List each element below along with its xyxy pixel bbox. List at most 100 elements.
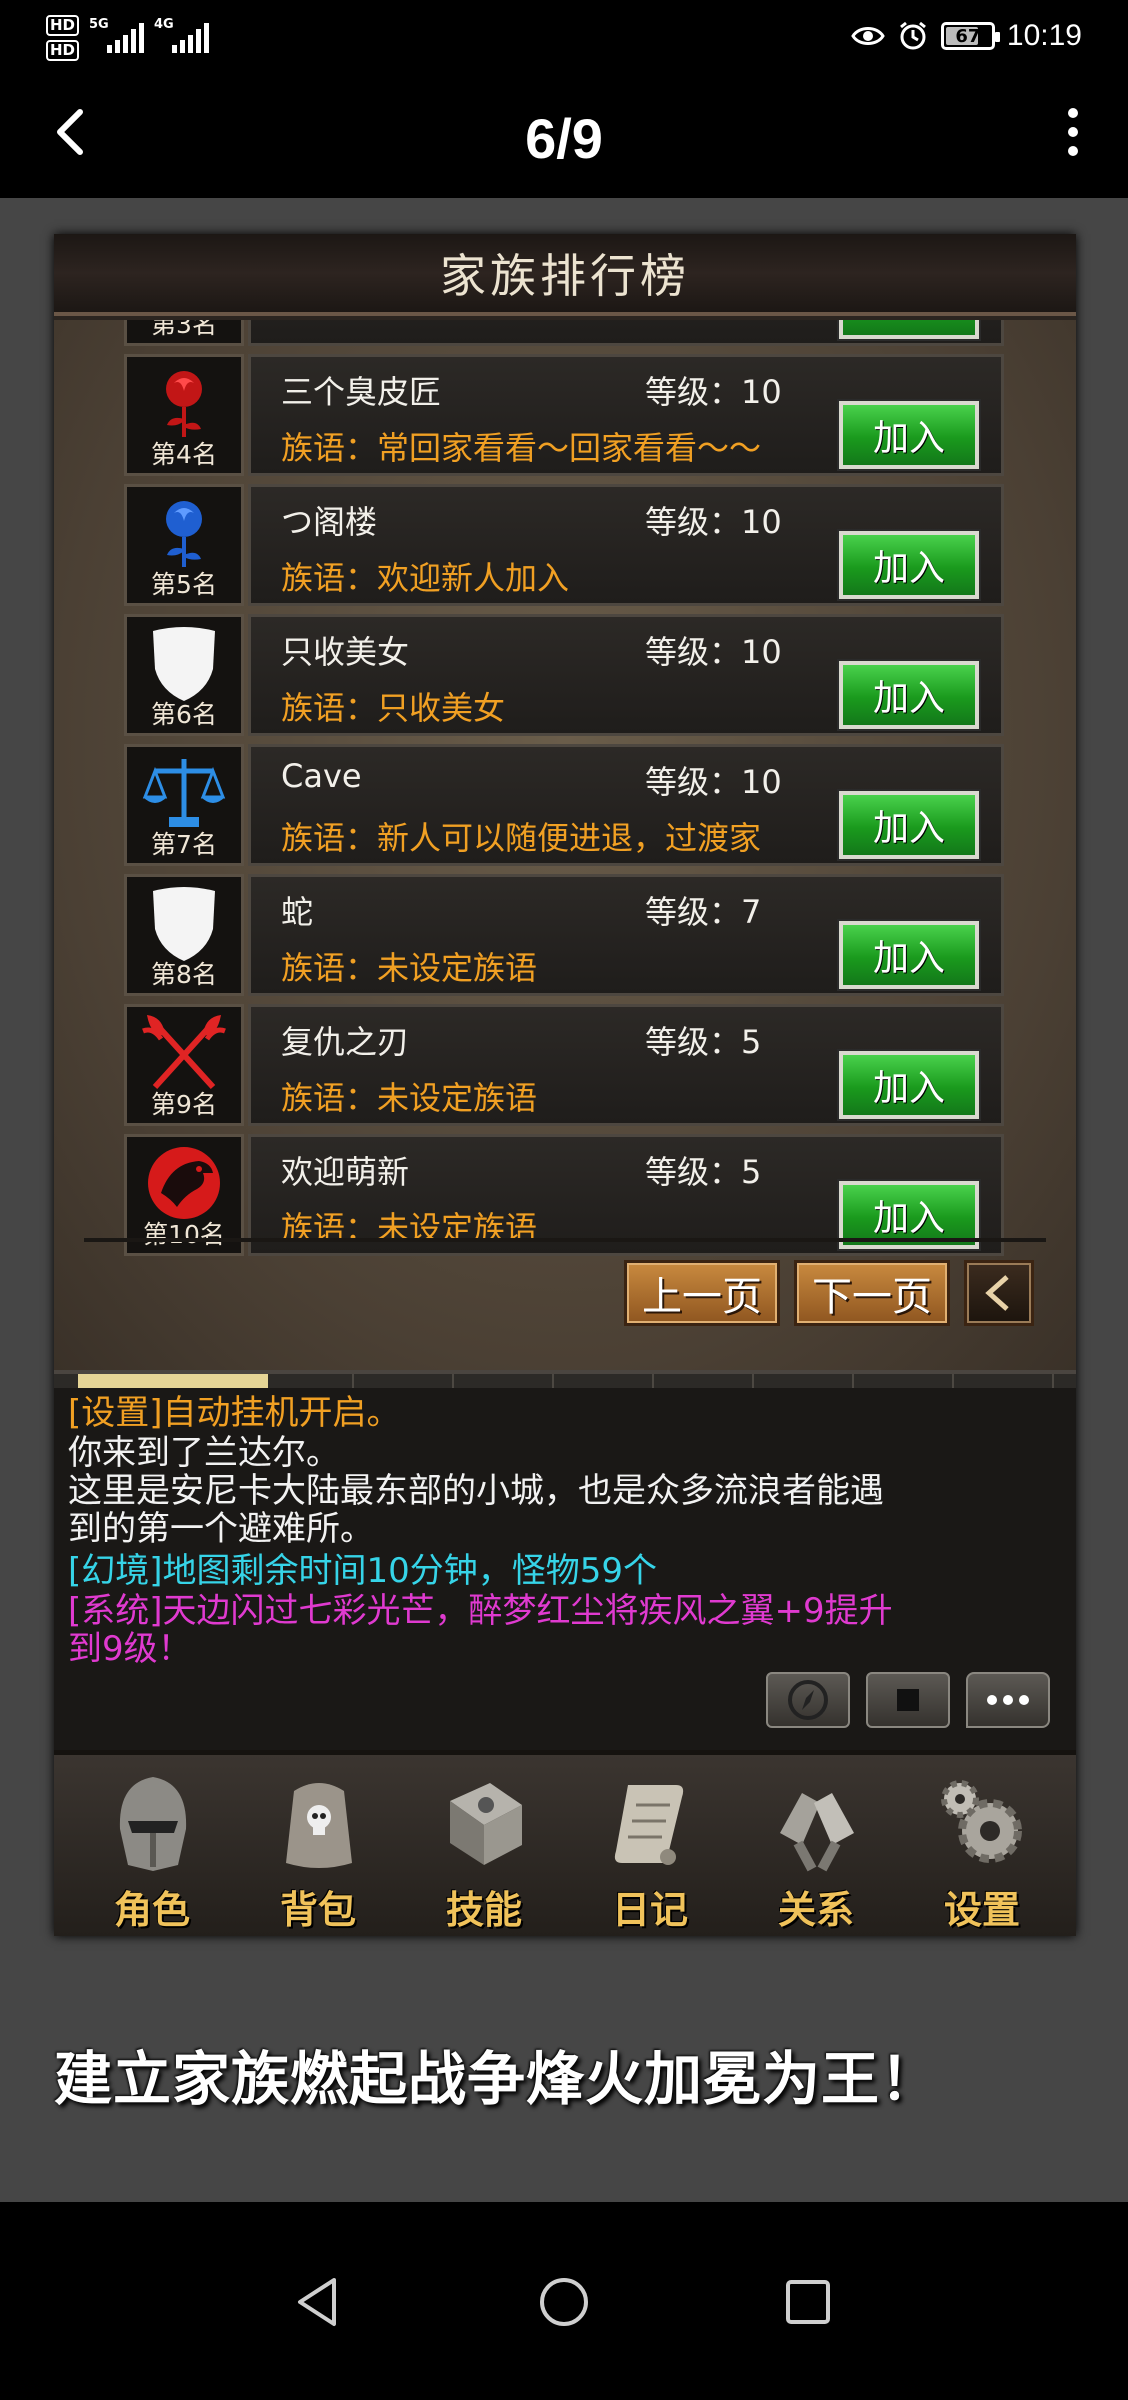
clan-rank: 第8名 bbox=[151, 960, 217, 989]
clan-motto: 族语：只收美女 bbox=[281, 689, 506, 727]
battery-icon: 67 bbox=[940, 22, 1000, 50]
clan-rank: 第5名 bbox=[151, 570, 217, 599]
eye-icon bbox=[851, 27, 885, 45]
clan-level: 等级：5 bbox=[645, 1023, 762, 1061]
compass-icon bbox=[788, 1680, 828, 1720]
white-shield-icon bbox=[153, 887, 215, 961]
clan-rank: 第6名 bbox=[151, 700, 217, 729]
viewer-title-bar: 6/9 bbox=[0, 72, 1128, 198]
dot-icon bbox=[1068, 146, 1078, 156]
nav-back-button[interactable] bbox=[282, 2266, 354, 2338]
gears-icon bbox=[941, 1780, 1022, 1863]
clan-name: 只收美女 bbox=[281, 633, 410, 671]
clan-motto: 族语：未设定族语 bbox=[281, 1209, 538, 1247]
clan-ranking-list: 第3名 第4名 三个臭皮匠 等级：10 族语：常回家看看～回家看看～～ 加入 第… bbox=[54, 320, 1076, 1370]
clan-motto: 族语：常回家看看～回家看看～～ bbox=[281, 429, 762, 467]
alarm-icon bbox=[899, 21, 926, 50]
stop-button[interactable] bbox=[866, 1672, 950, 1728]
battery-level: 67 bbox=[955, 25, 981, 47]
triangle-back-icon bbox=[298, 2278, 336, 2326]
network-type-5g: 5G bbox=[89, 17, 109, 32]
dot-icon bbox=[1068, 108, 1078, 118]
chat-button[interactable] bbox=[966, 1672, 1050, 1728]
clan-info: 只收美女 等级：10 族语：只收美女 加入 bbox=[248, 614, 1004, 736]
clan-info: つ阁楼 等级：10 族语：欢迎新人加入 加入 bbox=[248, 484, 1004, 606]
more-options-button[interactable] bbox=[1048, 100, 1098, 164]
clan-motto: 族语：未设定族语 bbox=[281, 1079, 538, 1117]
clan-emblem: 第7名 bbox=[124, 744, 244, 866]
clan-info: 蛇 等级：7 族语：未设定族语 加入 bbox=[248, 874, 1004, 996]
menu-label: 角色 bbox=[113, 1888, 190, 1932]
menu-item-character[interactable]: 角色 bbox=[72, 1755, 232, 1936]
status-bar: HD HD 5G 4G 67 10:19 bbox=[0, 0, 1128, 72]
blue-rose-icon bbox=[166, 501, 202, 567]
stop-icon bbox=[897, 1689, 919, 1711]
clan-row: 第4名 三个臭皮匠 等级：10 族语：常回家看看～回家看看～～ 加入 bbox=[124, 354, 1004, 476]
join-button[interactable]: 加入 bbox=[839, 401, 979, 469]
next-page-button[interactable]: 下一页 bbox=[794, 1260, 950, 1326]
clan-name: 复仇之刃 bbox=[281, 1023, 410, 1061]
screenshot-caption: 建立家族燃起战争烽火加冕为王！ bbox=[54, 2045, 940, 2113]
page-indicator: 6/9 bbox=[525, 107, 603, 170]
join-button[interactable]: 加入 bbox=[839, 661, 979, 729]
network-type-4g: 4G bbox=[154, 17, 174, 32]
crossed-axes-icon bbox=[142, 1015, 226, 1090]
clan-row: 第9名 复仇之刃 等级：5 族语：未设定族语 加入 bbox=[124, 1004, 1004, 1126]
game-screenshot[interactable]: 家族排行榜 第3名 第4名 三个臭皮匠 等级：10 族语：常回家看看～回家看看～… bbox=[54, 234, 1076, 1936]
clan-rank: 第9名 bbox=[151, 1090, 217, 1119]
menu-item-diary[interactable]: 日记 bbox=[570, 1755, 730, 1936]
menu-item-settings[interactable]: 设置 bbox=[902, 1755, 1062, 1936]
nav-recents-button[interactable] bbox=[772, 2266, 844, 2338]
white-shield-icon bbox=[153, 627, 215, 701]
menu-label: 日记 bbox=[611, 1888, 688, 1932]
chat-message: [系统]天边闪过七彩光芒，醉梦红尘将疾风之翼+9提升 到9级！ bbox=[68, 1591, 893, 1669]
clan-emblem: 第4名 bbox=[124, 354, 244, 476]
join-button[interactable]: 加入 bbox=[839, 791, 979, 859]
join-button[interactable]: 加入 bbox=[839, 531, 979, 599]
menu-item-skills[interactable]: 技能 bbox=[404, 1755, 564, 1936]
clan-info: 复仇之刃 等级：5 族语：未设定族语 加入 bbox=[248, 1004, 1004, 1126]
menu-label: 背包 bbox=[279, 1888, 356, 1932]
clan-level: 等级：10 bbox=[645, 763, 782, 801]
red-rose-icon bbox=[166, 371, 202, 437]
scales-icon bbox=[142, 759, 226, 827]
circle-home-icon bbox=[540, 2278, 588, 2326]
clan-level: 等级：10 bbox=[645, 373, 782, 411]
dot-icon bbox=[1068, 127, 1078, 137]
compass-button[interactable] bbox=[766, 1672, 850, 1728]
nav-home-button[interactable] bbox=[528, 2266, 600, 2338]
clan-row: 第5名 つ阁楼 等级：10 族语：欢迎新人加入 加入 bbox=[124, 484, 1004, 606]
chat-tab-active[interactable] bbox=[78, 1374, 268, 1388]
clan-emblem: 第5名 bbox=[124, 484, 244, 606]
clan-rank: 第4名 bbox=[151, 440, 217, 469]
chat-message: [设置]自动挂机开启。 bbox=[68, 1393, 401, 1433]
clan-info bbox=[248, 320, 1004, 346]
collapse-button[interactable] bbox=[964, 1260, 1034, 1326]
clan-rank: 第7名 bbox=[151, 830, 217, 859]
chat-message: 你来到了兰达尔。 bbox=[68, 1433, 340, 1473]
divider bbox=[84, 1238, 1046, 1242]
game-title: 家族排行榜 bbox=[440, 249, 690, 303]
hd-badge-1: HD bbox=[46, 15, 80, 36]
signal-5g-icon: 5G bbox=[89, 17, 145, 53]
chat-bubble-icon bbox=[987, 1695, 1029, 1705]
game-menu-bar: 角色 背包 技能 日记 关系 设置 bbox=[54, 1750, 1076, 1936]
clan-rank: 第10名 bbox=[143, 1220, 225, 1249]
chat-message: 这里是安尼卡大陆最东部的小城，也是众多流浪者能遇 到的第一个避难所。 bbox=[68, 1471, 884, 1549]
clan-motto: 族语：新人可以随便进退，过渡家 bbox=[281, 819, 762, 857]
join-button[interactable]: 加入 bbox=[839, 921, 979, 989]
menu-item-bag[interactable]: 背包 bbox=[238, 1755, 398, 1936]
status-right: 67 10:19 bbox=[851, 12, 1082, 60]
clan-rank: 第3名 bbox=[151, 320, 217, 339]
red-eagle-icon bbox=[148, 1147, 220, 1219]
hd-badges: HD HD bbox=[46, 15, 80, 61]
status-left: HD HD 5G 4G bbox=[46, 8, 210, 68]
join-button[interactable]: 加入 bbox=[839, 1051, 979, 1119]
chat-log: [设置]自动挂机开启。 你来到了兰达尔。 这里是安尼卡大陆最东部的小城，也是众多… bbox=[54, 1370, 1076, 1750]
clan-row-partial: 第3名 bbox=[124, 320, 1004, 346]
prev-page-button[interactable]: 上一页 bbox=[624, 1260, 780, 1326]
chat-tab-strip bbox=[54, 1374, 1076, 1388]
gauntlets-icon bbox=[780, 1793, 854, 1872]
menu-item-relations[interactable]: 关系 bbox=[736, 1755, 896, 1936]
hd-badge-2: HD bbox=[46, 40, 80, 61]
